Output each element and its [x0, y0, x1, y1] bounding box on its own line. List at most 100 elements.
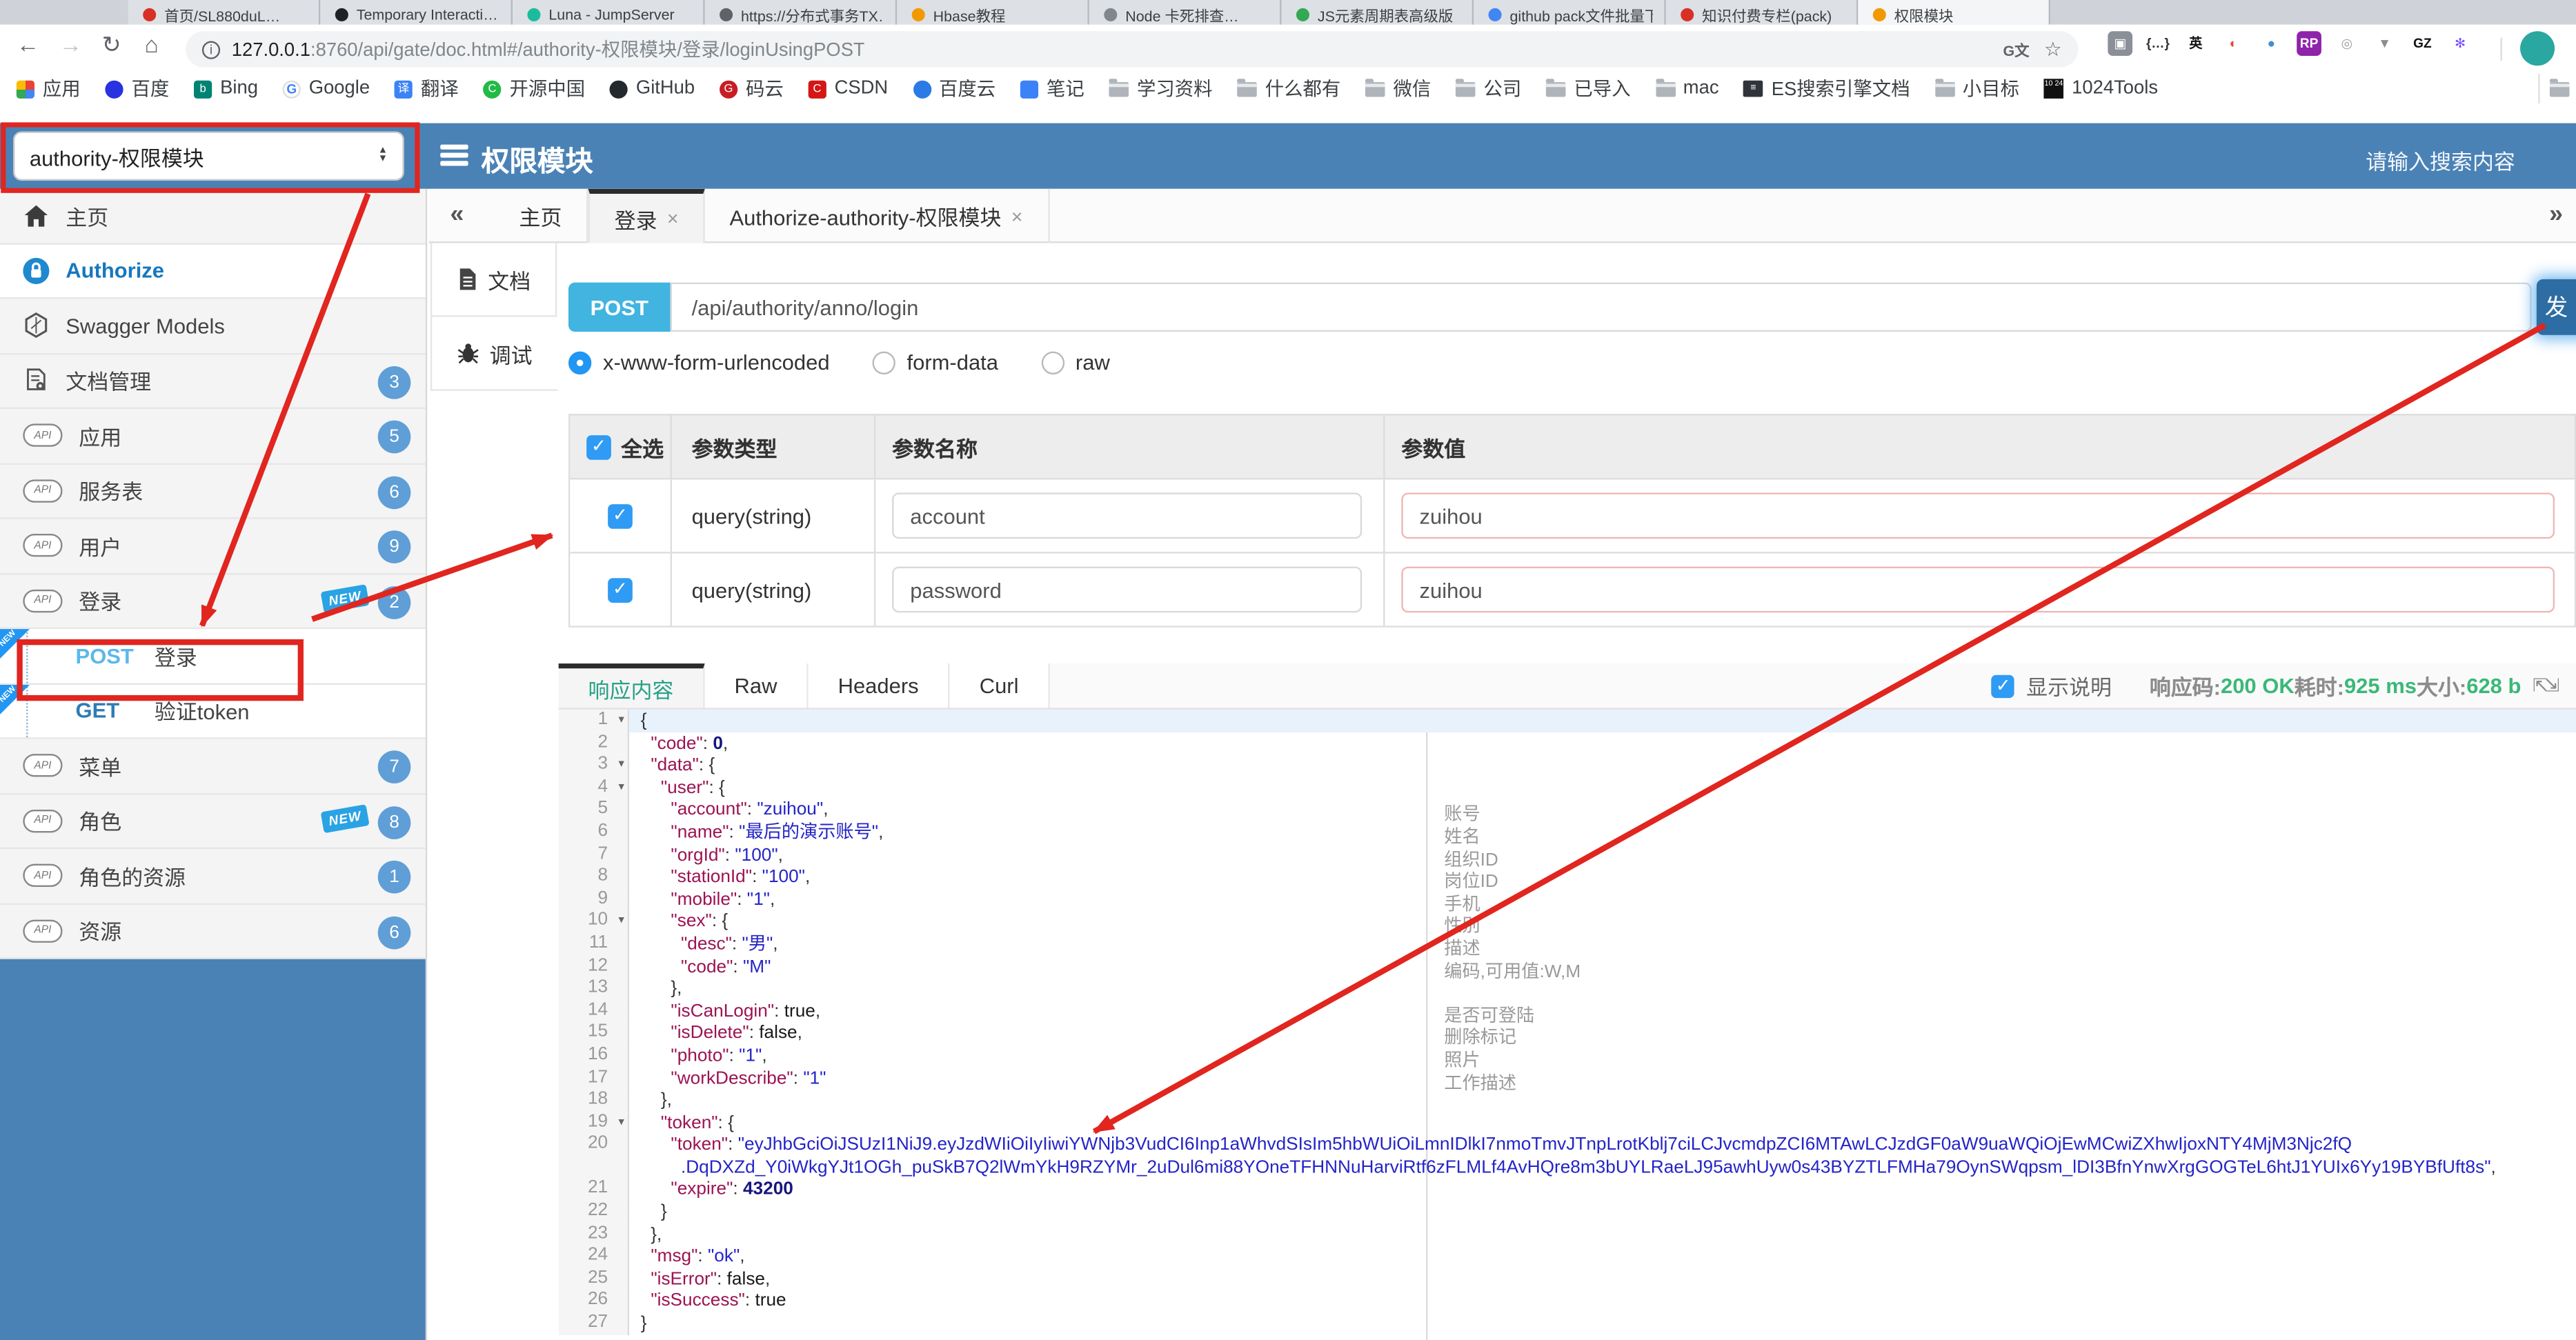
close-tab-icon[interactable]: × [667, 207, 679, 230]
doc-tab-登录[interactable]: 登录 × [588, 188, 705, 243]
fold-caret-icon[interactable]: ▾ [619, 754, 624, 777]
asterisk-icon[interactable]: ✻ [2448, 31, 2473, 56]
param-value-input[interactable] [1401, 566, 2555, 613]
browser-tab[interactable]: 首页/SL880duL… [128, 0, 321, 25]
other-bookmarks[interactable]: 其他书签 [2538, 74, 2576, 104]
close-tab-icon[interactable]: × [1011, 204, 1023, 227]
gitzip-icon[interactable]: GZ [2410, 31, 2435, 56]
radio-raw[interactable]: raw [1040, 350, 1110, 374]
browser-tab[interactable]: Luna - JumpServer [512, 0, 705, 25]
ring-icon[interactable]: ◎ [2334, 31, 2359, 56]
translate-en-icon[interactable]: 英 [2183, 31, 2208, 56]
menu-icon[interactable] [440, 144, 468, 166]
bookmark-item[interactable]: 应用 [16, 76, 81, 102]
browser-tab[interactable]: Hbase教程 [897, 0, 1089, 25]
qr-extension-icon[interactable]: ▣ [2108, 31, 2133, 56]
bookmark-item[interactable]: G 码云 [719, 76, 784, 102]
row-checkbox[interactable]: ✓ [608, 503, 633, 528]
fold-caret-icon[interactable]: ▾ [619, 710, 624, 732]
request-url-input[interactable] [670, 282, 2532, 332]
expand-tabs-icon[interactable]: » [2549, 201, 2563, 228]
doc-tab-Authorize-authority-权限模块[interactable]: Authorize-authority-权限模块 × [705, 188, 1049, 243]
browser-tab[interactable]: Node 卡死排查… [1089, 0, 1282, 25]
sidebar-item-文档管理[interactable]: 文档管理 3 [0, 354, 426, 409]
bookmark-item[interactable]: 百度 [105, 76, 169, 102]
bookmark-item[interactable]: ≡ ES搜索引擎文档 [1743, 76, 1910, 102]
reload-icon[interactable]: ↻ [102, 31, 121, 59]
browser-tab[interactable]: https://分布式事务TX… [704, 0, 898, 25]
profile-avatar[interactable] [2520, 31, 2555, 66]
response-tab-Curl[interactable]: Curl [949, 663, 1050, 708]
sidebar-item-菜单[interactable]: API 菜单 7 [0, 739, 426, 794]
bookmark-item[interactable]: 百度云 [912, 76, 995, 102]
back-icon[interactable]: ← [17, 31, 39, 57]
sidebar-item-Swagger Models[interactable]: Swagger Models [0, 299, 426, 354]
send-button[interactable]: 发 [2536, 279, 2576, 335]
sidebar-item-主页[interactable]: 主页 [0, 188, 426, 244]
bookmark-item[interactable]: 笔记 [1020, 76, 1084, 102]
collapse-tabs-icon[interactable]: « [450, 201, 464, 228]
response-tab-响应内容[interactable]: 响应内容 [558, 663, 705, 708]
browser-tab[interactable]: JS元素周期表高级版 [1281, 0, 1474, 25]
sidebar-item-Authorize[interactable]: Authorize [0, 243, 426, 299]
bookmark-item[interactable]: 10 24 1024Tools [2043, 79, 2158, 99]
browser-tab[interactable]: 权限模块 [1858, 0, 2050, 25]
radio-form-data[interactable]: form-data [872, 350, 998, 374]
param-name-input[interactable] [892, 566, 1363, 613]
bookmark-item[interactable]: G Google [282, 79, 370, 99]
param-name-input[interactable] [892, 492, 1363, 539]
m-arrow-icon[interactable]: ▼ [2372, 31, 2397, 56]
sidebar-item-角色的资源[interactable]: API 角色的资源 1 [0, 849, 426, 904]
bookmark-item[interactable]: b Bing [194, 79, 258, 99]
json-brackets-icon[interactable]: {…} [2146, 31, 2170, 56]
response-editor[interactable]: 账号 姓名 组织ID 岗位ID 手机 性别 描述 编码,可用值:W,M 是否可登陆 删除标记 照片工… [558, 709, 2576, 1340]
site-info-icon[interactable]: i [201, 40, 221, 59]
sidebar-item-用户[interactable]: API 用户 9 [0, 519, 426, 574]
response-tab-Headers[interactable]: Headers [808, 663, 950, 708]
radio-x-www-form-urlencoded[interactable]: x-www-form-urlencoded [568, 350, 830, 374]
rp-icon[interactable]: RP [2297, 31, 2321, 56]
nav-文档[interactable]: 文档 [430, 243, 557, 317]
fold-caret-icon[interactable]: ▾ [619, 777, 624, 799]
bookmark-item[interactable]: 译翻译 [394, 76, 459, 102]
response-tab-Raw[interactable]: Raw [704, 663, 809, 708]
sidebar-item-资源[interactable]: API 资源 6 [0, 903, 426, 959]
doc-tab-主页[interactable]: 主页 [495, 188, 588, 243]
module-select[interactable]: authority-权限模块 ▲ ▼ [13, 131, 404, 181]
fold-caret-icon[interactable]: ▾ [619, 1111, 624, 1133]
sidebar-item-应用[interactable]: API 应用 5 [0, 408, 426, 464]
bookmark-item[interactable]: 微信 [1365, 76, 1431, 102]
sidebar-item-角色[interactable]: API 角色 NEW 8 [0, 794, 426, 850]
home-icon[interactable]: ⌂ [145, 31, 159, 57]
bookmark-item[interactable]: GitHub [609, 79, 695, 99]
sidebar-item-登录[interactable]: API 登录 NEW 2 [0, 574, 426, 630]
sidebar-item-post-登录[interactable]: NEW POST 登录 [0, 628, 426, 684]
bookmark-star-icon[interactable]: ☆ [2044, 38, 2062, 61]
bookmark-item[interactable]: 公司 [1455, 76, 1521, 102]
forward-icon[interactable]: → [59, 31, 82, 57]
sidebar-item-get-验证token[interactable]: NEW GET 验证token [0, 683, 426, 739]
bookmark-item[interactable]: 已导入 [1545, 76, 1631, 102]
browser-tab[interactable]: Temporary Interacti… [320, 0, 513, 25]
translate-icon[interactable]: G文 [2003, 39, 2029, 60]
globe-icon[interactable]: ● [2259, 31, 2284, 56]
browser-tab[interactable]: github pack文件批量下载 [1474, 0, 1666, 25]
sidebar-item-服务表[interactable]: API 服务表 6 [0, 463, 426, 519]
bookmark-item[interactable]: C CSDN [808, 79, 888, 99]
row-checkbox[interactable]: ✓ [608, 577, 633, 602]
fold-caret-icon[interactable]: ▾ [619, 910, 624, 932]
header-search-input[interactable]: 请输入搜索内容 [2366, 145, 2515, 176]
bookmark-item[interactable]: mac [1655, 78, 1719, 99]
chrome-colored-icon[interactable]: ◐ [2221, 31, 2246, 56]
bookmark-item[interactable]: 学习资料 [1109, 76, 1213, 102]
param-value-input[interactable] [1401, 492, 2555, 539]
nav-调试[interactable]: 调试 [430, 317, 559, 391]
bookmark-item[interactable]: 什么都有 [1237, 76, 1340, 102]
select-all-checkbox[interactable]: ✓ [586, 434, 611, 459]
bookmark-item[interactable]: 小目标 [1934, 76, 2019, 102]
show-desc-checkbox[interactable]: ✓ [1992, 674, 2015, 697]
bookmark-item[interactable]: C 开源中国 [483, 76, 585, 102]
fullscreen-icon[interactable]: ⇱⇲ [2533, 675, 2559, 697]
address-bar[interactable]: i 127.0.0.1:8760/api/gate/doc.html#/auth… [186, 31, 2079, 68]
browser-tab[interactable]: 知识付费专栏(pack) [1665, 0, 1859, 25]
